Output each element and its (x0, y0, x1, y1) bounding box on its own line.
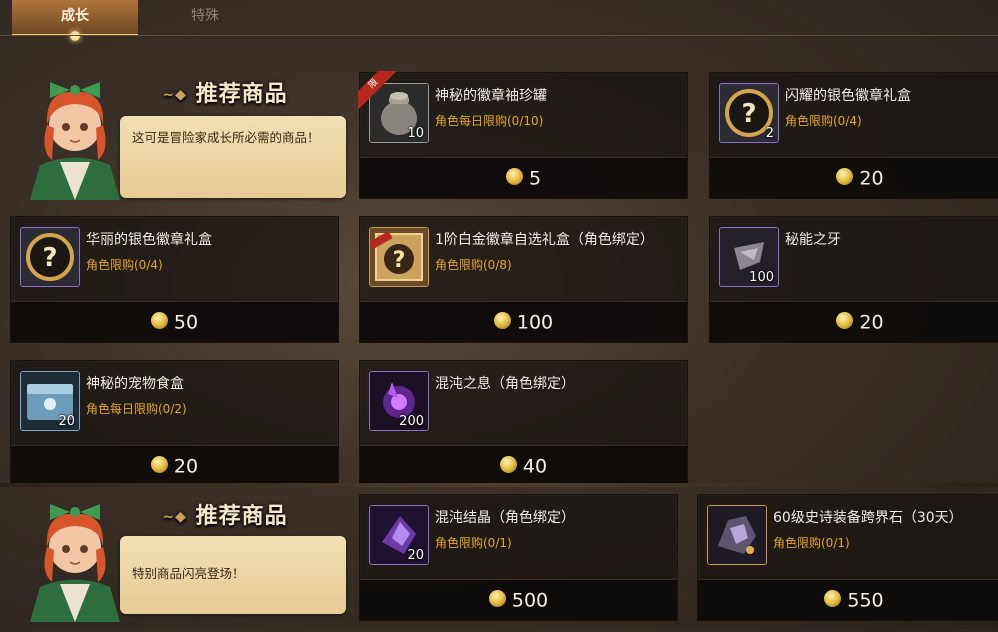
promo-title-text: 推荐商品 (195, 81, 288, 107)
coin-icon (499, 456, 517, 473)
buy-button[interactable]: 550 (698, 579, 998, 620)
shop-item-card[interactable]: 10 限 神秘的徽章袖珍罐 角色每日限购(0/10) 5 (358, 71, 688, 199)
item-price: 500 (511, 589, 549, 612)
pet-food-box-icon: 20 (20, 371, 80, 431)
promo-title: ~◆ 推荐商品 ◆~ (150, 76, 300, 130)
tab-growth-label: 成长 (61, 8, 89, 24)
chaos-breath-icon: 200 (369, 371, 429, 431)
mystery-box-icon: ? 2 (719, 83, 779, 143)
item-price: 20 (859, 311, 884, 334)
item-price: 100 (516, 311, 554, 334)
shop-item-card[interactable]: 20 神秘的宠物食盒 角色每日限购(0/2) 20 (10, 360, 339, 487)
chaos-crystal-icon: 20 (369, 505, 429, 565)
item-name: 神秘的徽章袖珍罐 (435, 88, 547, 104)
item-price: 550 (847, 589, 884, 612)
shop-item-card[interactable]: 100 秘能之牙 20 (709, 216, 998, 343)
buy-button[interactable]: 500 (360, 579, 677, 620)
tab-special[interactable]: 特殊 (165, 0, 245, 34)
npc-speech-text: 这可是冒险家成长所必需的商品！ (132, 130, 320, 145)
npc-promo-panel-2: ~◆ 推荐商品 ◆~ 特别商品闪亮登场！ (10, 492, 350, 632)
platinum-box-icon: ? (369, 227, 429, 287)
item-purchase-limit: 角色限购(0/1) (773, 536, 850, 550)
shop-item-card[interactable]: 20 混沌结晶（角色绑定） 角色限购(0/1) 500 (359, 494, 678, 621)
item-purchase-limit: 角色限购(0/8) (435, 258, 512, 272)
ornament-left-icon: ~◆ (162, 87, 187, 103)
item-name: 60级史诗装备跨界石（30天） (773, 510, 963, 526)
section-divider (0, 483, 998, 487)
fang-icon: 100 (719, 227, 779, 287)
item-price: 50 (173, 311, 199, 334)
active-tab-indicator (70, 31, 80, 41)
item-quantity: 20 (58, 414, 75, 429)
ornament-left-icon: ~◆ (162, 509, 187, 525)
promo-title-text: 推荐商品 (195, 503, 288, 529)
coin-icon (150, 456, 168, 473)
item-quantity: 2 (765, 126, 774, 141)
shop-item-card[interactable]: 200 混沌之息（角色绑定） 40 (359, 360, 688, 487)
svg-text:?: ? (393, 248, 406, 273)
shop-item-card[interactable]: ? 1阶白金徽章自选礼盒（角色绑定） 角色限购(0/8) 100 (359, 216, 688, 343)
item-name: 闪耀的银色徽章礼盒 (785, 88, 911, 104)
tab-bar: 成长 特殊 (0, 0, 998, 41)
item-purchase-limit: 角色限购(0/4) (86, 258, 163, 272)
item-name: 混沌之息（角色绑定） (435, 376, 575, 392)
item-price: 40 (522, 455, 548, 478)
coin-icon (836, 168, 854, 185)
coin-icon (488, 590, 506, 607)
buy-button[interactable]: 20 (710, 157, 998, 198)
limited-badge: 限 (358, 71, 398, 111)
item-purchase-limit: 角色限购(0/4) (785, 114, 862, 128)
coin-icon (836, 312, 854, 329)
item-purchase-limit: 角色每日限购(0/2) (86, 402, 187, 416)
npc-promo-panel-1: ~◆ 推荐商品 ◆~ 这可是冒险家成长所必需的商品！ (10, 70, 350, 210)
item-quantity: 20 (407, 548, 424, 563)
item-name: 混沌结晶（角色绑定） (435, 510, 575, 526)
svg-text:?: ? (42, 243, 57, 273)
promo-title: ~◆ 推荐商品 ◆~ (150, 498, 300, 552)
limited-badge-text: 限 (358, 71, 398, 111)
item-price: 20 (859, 167, 884, 190)
buy-button[interactable]: 50 (11, 301, 338, 342)
item-name: 神秘的宠物食盒 (86, 376, 184, 392)
item-price: 20 (173, 455, 199, 478)
item-price: 5 (528, 167, 542, 190)
npc-speech-bubble: 这可是冒险家成长所必需的商品！ (120, 116, 346, 198)
buy-button[interactable]: 20 (11, 445, 338, 486)
item-name: 华丽的银色徽章礼盒 (86, 232, 212, 248)
svg-text:?: ? (741, 99, 756, 129)
mystery-box-icon: ? (20, 227, 80, 287)
npc-portrait (30, 82, 120, 200)
coin-icon (493, 312, 511, 329)
buy-button[interactable]: 20 (710, 301, 998, 342)
tab-growth[interactable]: 成长 (12, 0, 138, 41)
item-purchase-limit: 角色限购(0/1) (435, 536, 512, 550)
coin-icon (150, 312, 168, 329)
coin-icon (505, 168, 523, 185)
shop-item-card[interactable]: ? 2 闪耀的银色徽章礼盒 角色限购(0/4) 20 (709, 72, 998, 199)
buy-button[interactable]: 5 (360, 157, 687, 198)
item-purchase-limit: 角色每日限购(0/10) (435, 114, 544, 128)
buy-button[interactable]: 100 (360, 301, 687, 342)
buy-button[interactable]: 40 (360, 445, 687, 486)
coin-icon (824, 590, 842, 607)
epic-stone-icon (707, 505, 767, 565)
item-quantity: 200 (399, 414, 424, 429)
item-name: 秘能之牙 (785, 232, 841, 248)
npc-portrait (30, 504, 120, 622)
item-quantity: 10 (407, 126, 424, 141)
item-name: 1阶白金徽章自选礼盒（角色绑定） (435, 232, 654, 248)
item-quantity: 100 (749, 270, 774, 285)
tab-divider (0, 35, 998, 36)
tab-special-label: 特殊 (191, 8, 219, 24)
npc-speech-bubble: 特别商品闪亮登场！ (120, 536, 346, 614)
shop-item-card[interactable]: 60级史诗装备跨界石（30天） 角色限购(0/1) 550 (697, 494, 998, 621)
shop-item-card[interactable]: ? 华丽的银色徽章礼盒 角色限购(0/4) 50 (10, 216, 339, 343)
npc-speech-text: 特别商品闪亮登场！ (132, 566, 245, 581)
